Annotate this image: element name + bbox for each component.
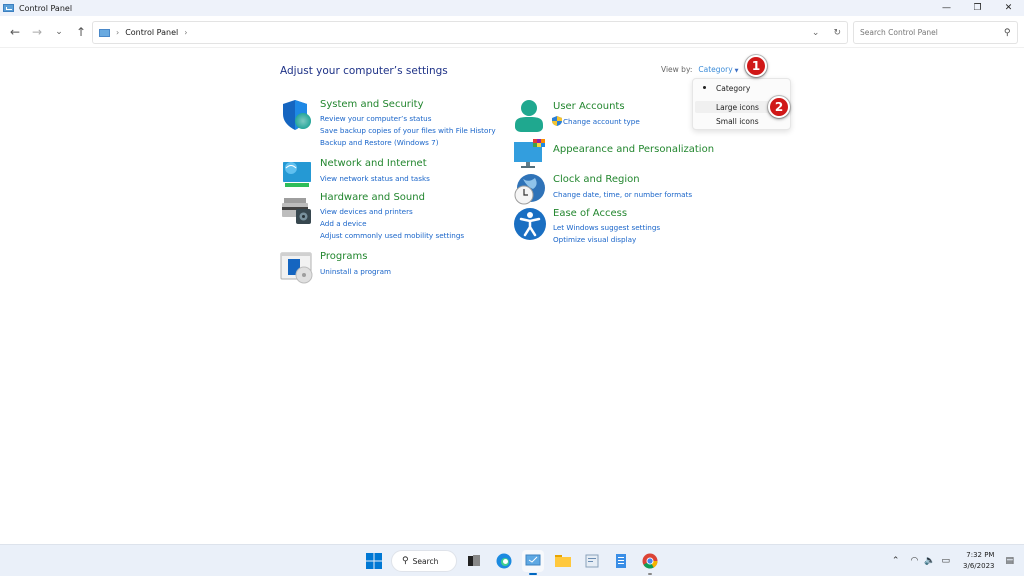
menu-item-category[interactable]: Category [695,82,788,94]
programs-icon [280,252,313,284]
maximize-button[interactable]: ❐ [962,0,993,16]
close-button[interactable]: ✕ [993,0,1024,16]
address-bar[interactable]: › Control Panel › ⌄ ↻ [92,21,848,44]
edge-icon [496,553,512,569]
category-title[interactable]: System and Security [320,99,424,110]
refresh-icon[interactable]: ↻ [833,28,841,38]
breadcrumb-separator[interactable]: › [116,28,119,37]
taskbar-search[interactable]: ⚲ Search [391,550,457,572]
address-dropdown-icon[interactable]: ⌄ [812,28,820,38]
category-link[interactable]: Adjust commonly used mobility settings [320,231,464,240]
clock-globe-icon [514,174,545,205]
notepad-icon [616,554,626,568]
battery-icon[interactable]: ▭ [942,556,951,566]
search-icon: ⚲ [402,556,409,566]
recent-locations-button[interactable]: ⌄ [48,21,70,43]
category-title[interactable]: Programs [320,251,367,262]
clock[interactable]: 7:32 PM 3/6/2023 [963,550,994,572]
active-indicator [529,573,537,575]
up-button[interactable]: ↑ [70,21,92,43]
search-input[interactable] [860,28,990,37]
breadcrumb-separator[interactable]: › [184,28,187,37]
window-controls: — ❐ ✕ [931,0,1024,16]
notepad-button[interactable] [610,550,632,572]
windows-logo-icon [366,553,382,569]
forward-button[interactable]: → [26,21,48,43]
taskbar-search-label: Search [412,556,439,566]
shield-icon [283,100,311,130]
accessibility-icon [514,208,546,240]
window-title: Control Panel [19,3,73,13]
chevron-down-icon[interactable]: ▼ [735,68,739,74]
search-box[interactable]: ⚲ [853,21,1018,44]
wifi-icon[interactable]: ◠ [910,556,918,566]
taskbar: ⚲ Search ⌃ ◠ 🔈 ▭ 7:32 PM 3/6/2023 ▤ [0,544,1024,576]
network-icon [283,162,311,187]
control-panel-icon [3,4,14,12]
user-icon [515,100,543,132]
view-by-value[interactable]: Category [698,65,732,74]
minimize-button[interactable]: — [931,0,962,16]
category-link[interactable]: Review your computer’s status [320,114,431,123]
category-link[interactable]: Backup and Restore (Windows 7) [320,138,439,147]
category-link[interactable]: View devices and printers [320,207,413,216]
show-hidden-icons-chevron-up-icon[interactable]: ⌃ [892,556,900,566]
category-link[interactable]: View network status and tasks [320,174,430,183]
selected-bullet-icon [703,86,706,89]
control-panel-icon [525,554,541,566]
task-view-icon [468,555,480,566]
system-tray: ⌃ ◠ 🔈 ▭ 7:32 PM 3/6/2023 ▤ [889,545,1024,577]
control-panel-taskbar-button[interactable] [522,550,544,572]
clock-date: 3/6/2023 [963,562,995,570]
uac-shield-icon [552,116,562,126]
category-title[interactable]: Clock and Region [553,174,640,185]
page-title: Adjust your computer’s settings [280,65,448,77]
category-title[interactable]: Network and Internet [320,158,427,169]
menu-item-label: Large icons [716,102,759,112]
annotation-badge-1: 1 [745,55,767,77]
category-link[interactable]: Add a device [320,219,367,228]
category-title[interactable]: Appearance and Personalization [553,144,714,155]
control-panel-icon [99,28,110,37]
breadcrumb-control-panel[interactable]: Control Panel [125,28,178,37]
navigation-bar: ← → ⌄ ↑ › Control Panel › ⌄ ↻ ⚲ [0,16,1024,48]
category-link[interactable]: Let Windows suggest settings [553,223,660,232]
category-title[interactable]: Ease of Access [553,208,627,219]
category-link[interactable]: Change date, time, or number formats [553,190,692,199]
printer-icon [282,198,311,224]
volume-icon[interactable]: 🔈 [924,556,935,566]
start-button[interactable] [363,550,385,572]
folder-icon [555,555,571,567]
annotation-badge-2: 2 [768,96,790,118]
window-app-icon [585,554,599,568]
file-explorer-button[interactable] [552,550,574,572]
category-link[interactable]: Optimize visual display [553,235,636,244]
notification-icon[interactable]: ▤ [1005,556,1014,566]
search-icon[interactable]: ⚲ [1004,28,1011,38]
running-indicator [648,573,652,575]
clock-time: 7:32 PM [966,551,995,559]
category-link[interactable]: Change account type [563,117,640,126]
view-by-label: View by: [661,65,693,74]
chrome-button[interactable] [639,550,661,572]
title-bar: Control Panel — ❐ ✕ [0,0,1024,16]
menu-item-label: Small icons [716,116,759,126]
monitor-icon [514,139,545,168]
edge-button[interactable] [493,550,515,572]
category-title[interactable]: User Accounts [553,101,625,112]
category-link[interactable]: Save backup copies of your files with Fi… [320,126,496,135]
back-button[interactable]: ← [4,21,26,43]
menu-item-label: Category [716,83,751,93]
chrome-icon [642,553,658,569]
category-title[interactable]: Hardware and Sound [320,192,425,203]
view-by-dropdown[interactable]: Category ▼ [698,65,738,74]
task-view-button[interactable] [463,550,485,572]
category-link[interactable]: Uninstall a program [320,267,391,276]
view-by: View by: Category ▼ [661,65,739,74]
app-window-button[interactable] [581,550,603,572]
